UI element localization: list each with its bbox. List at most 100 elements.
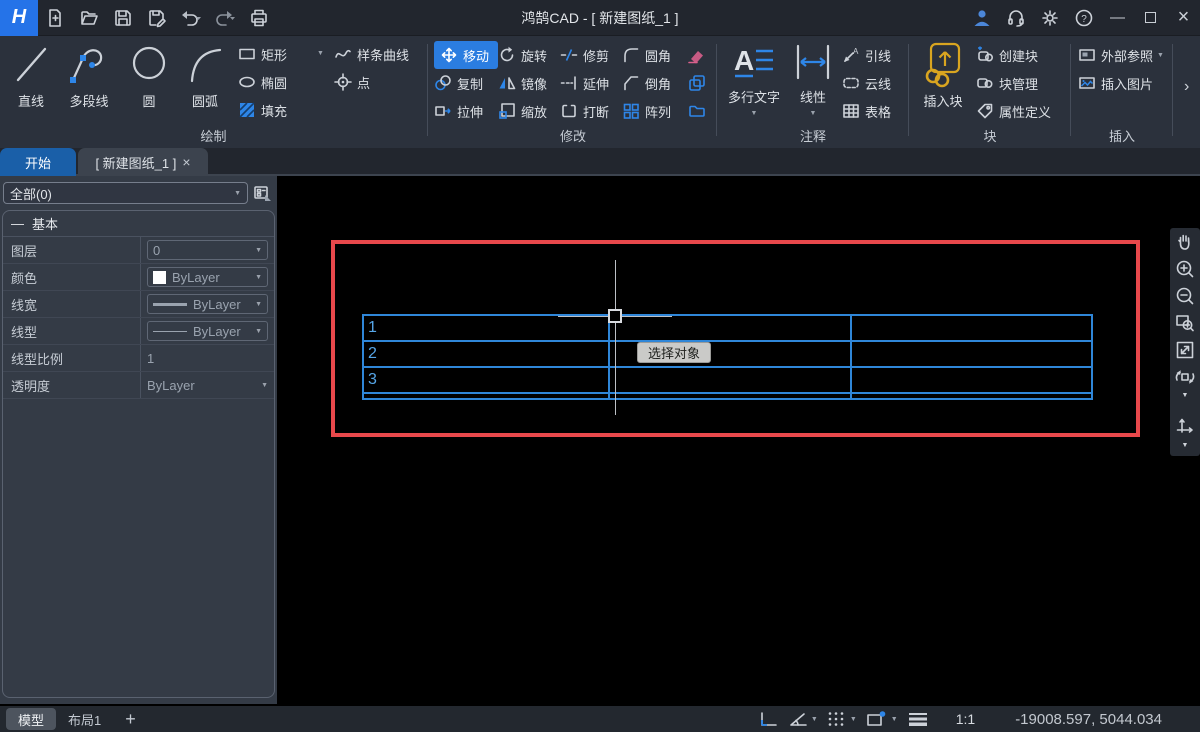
scale-tool[interactable]: 缩放 (498, 97, 560, 125)
leader-tool[interactable]: A 引线 (842, 41, 891, 69)
point-tool[interactable]: 点 (334, 68, 409, 96)
account-button[interactable] (965, 0, 999, 36)
attribute-define-tool[interactable]: 属性定义 (976, 97, 1051, 125)
drawing-canvas[interactable]: 1 2 3 选择对象 (277, 176, 1200, 706)
pan-button[interactable] (1170, 228, 1200, 255)
tag-icon (976, 102, 994, 120)
array-tool[interactable]: 阵列 (622, 97, 686, 125)
layer-select[interactable]: 0▼ (147, 240, 268, 260)
minimize-button[interactable]: — (1101, 0, 1134, 36)
section-basic[interactable]: — 基本 (3, 211, 274, 237)
settings-button[interactable] (1033, 0, 1067, 36)
mirror-tool[interactable]: 镜像 (498, 69, 560, 97)
grid-dropdown-caret[interactable]: ▼ (850, 716, 857, 723)
support-button[interactable] (999, 0, 1033, 36)
trim-tool[interactable]: 修剪 (560, 41, 622, 69)
orbit-dropdown-caret[interactable]: ▼ (1182, 390, 1189, 401)
hatch-tool[interactable]: 填充 (238, 96, 287, 124)
line-tool[interactable]: 直线 (8, 40, 54, 110)
orbit-button[interactable] (1170, 363, 1200, 390)
linetype-select[interactable]: ByLayer▼ (147, 321, 268, 341)
block-manager-tool[interactable]: 块管理 (976, 69, 1051, 97)
zoom-out-button[interactable] (1170, 282, 1200, 309)
color-select[interactable]: ByLayer▼ (147, 267, 268, 287)
ribbon-separator (427, 44, 428, 136)
add-layout-button[interactable]: + (113, 708, 148, 730)
open-file-button[interactable] (72, 0, 106, 36)
annotate-small-column: A 引线 云线 表格 (842, 41, 891, 125)
mtext-tool[interactable]: A 多行文字 ▼ (722, 40, 786, 117)
block-group-label: 块 (910, 126, 1070, 145)
fillet-tool[interactable]: 圆角 (622, 41, 686, 69)
revision-cloud-tool[interactable]: 云线 (842, 69, 891, 97)
redo-button[interactable] (208, 0, 242, 36)
copy-tool[interactable]: 复制 (434, 69, 498, 97)
zoom-window-button[interactable] (1170, 309, 1200, 336)
properties-panel-button[interactable] (252, 183, 274, 204)
save-as-button[interactable] (140, 0, 174, 36)
more-modify-tool[interactable] (686, 97, 712, 125)
osnap-dropdown-caret[interactable]: ▼ (891, 716, 898, 723)
lineweight-select[interactable]: ByLayer▼ (147, 294, 268, 314)
ribbon-expand-chevron[interactable]: › (1184, 78, 1189, 96)
close-button[interactable]: × (1167, 0, 1200, 36)
object-snap-button[interactable]: ▼ (861, 706, 902, 732)
polyline-tool[interactable]: 多段线 (60, 40, 118, 110)
spline-tool[interactable]: 样条曲线 (334, 40, 409, 68)
transparency-value[interactable]: ByLayer (147, 378, 195, 393)
ltscale-value[interactable]: 1 (147, 351, 154, 366)
xref-tool[interactable]: 外部参照 ▼ (1078, 41, 1164, 69)
new-file-button[interactable] (38, 0, 72, 36)
tab-start[interactable]: 开始 (0, 148, 76, 176)
create-block-tool[interactable]: 创建块 (976, 41, 1051, 69)
extend-tool[interactable]: 延伸 (560, 69, 622, 97)
draw-group-label: 绘制 (0, 126, 427, 145)
lineweight-display-button[interactable] (902, 706, 934, 732)
rotate-tool[interactable]: 旋转 (498, 41, 560, 69)
tab-layout1[interactable]: 布局1 (56, 708, 113, 730)
insert-block-tool[interactable]: 插入块 (916, 40, 970, 110)
tab-close-icon[interactable]: × (182, 154, 190, 170)
ortho-mode-button[interactable] (753, 706, 783, 732)
circle-tool[interactable]: 圆 (126, 40, 172, 110)
maximize-button[interactable] (1134, 0, 1167, 36)
stretch-icon (434, 102, 452, 120)
folder-icon (688, 102, 706, 120)
save-button[interactable] (106, 0, 140, 36)
erase-tool[interactable] (686, 41, 712, 69)
xref-dropdown-caret[interactable]: ▼ (1157, 52, 1164, 59)
zoom-in-button[interactable] (1170, 255, 1200, 282)
insert-image-tool[interactable]: 插入图片 (1078, 69, 1164, 97)
ucs-button[interactable] (1170, 413, 1200, 440)
undo-button[interactable] (174, 0, 208, 36)
zoom-extents-button[interactable] (1170, 336, 1200, 363)
chamfer-tool[interactable]: 倒角 (622, 69, 686, 97)
rectangle-tool[interactable]: 矩形 (238, 40, 287, 68)
rectangle-dropdown-caret[interactable]: ▼ (317, 50, 324, 57)
annotation-scale[interactable]: 1:1 (952, 706, 979, 732)
arc-icon (185, 40, 225, 88)
cad-table[interactable]: 1 2 3 (362, 314, 1093, 400)
linear-dim-tool[interactable]: 线性 ▼ (790, 40, 836, 117)
offset-tool[interactable] (686, 69, 712, 97)
help-button[interactable]: ? (1067, 0, 1101, 36)
arc-tool[interactable]: 圆弧 (180, 40, 230, 110)
polar-dropdown-caret[interactable]: ▼ (811, 716, 818, 723)
ellipse-tool[interactable]: 椭圆 (238, 68, 287, 96)
snap-grid-button[interactable]: ▼ (822, 706, 861, 732)
tab-current-drawing[interactable]: [ 新建图纸_1 ] × (78, 148, 208, 176)
print-button[interactable] (242, 0, 276, 36)
table-tool[interactable]: 表格 (842, 97, 891, 125)
mtext-dropdown-caret[interactable]: ▼ (751, 110, 758, 117)
table-row: 1 (364, 316, 1091, 342)
move-tool[interactable]: 移动 (434, 41, 498, 69)
chamfer-icon (622, 74, 640, 92)
polar-tracking-button[interactable]: ▼ (783, 706, 822, 732)
stretch-tool[interactable]: 拉伸 (434, 97, 498, 125)
selection-filter-select[interactable]: 全部(0) ▼ (3, 182, 248, 204)
tab-model[interactable]: 模型 (6, 708, 56, 730)
break-tool[interactable]: 打断 (560, 97, 622, 125)
linear-dim-dropdown-caret[interactable]: ▼ (810, 110, 817, 117)
app-logo[interactable]: H (0, 0, 38, 36)
ucs-dropdown-caret[interactable]: ▼ (1182, 440, 1189, 451)
